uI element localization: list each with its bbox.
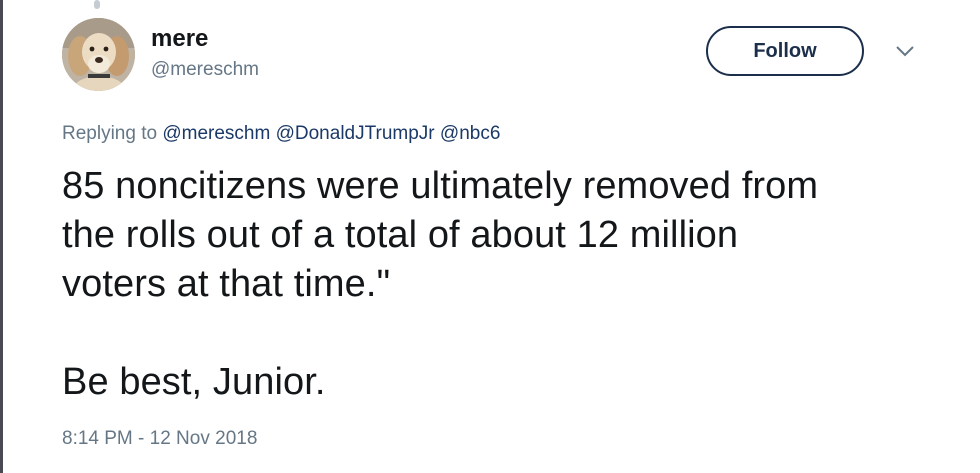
chevron-down-icon[interactable] — [894, 44, 916, 58]
display-name[interactable]: mere — [151, 24, 208, 54]
tweet-text: 85 noncitizens were ultimately removed f… — [62, 162, 962, 407]
follow-button[interactable]: Follow — [706, 26, 864, 76]
mention-link[interactable]: @DonaldJTrumpJr — [276, 123, 435, 144]
replying-to-label: Replying to — [62, 123, 158, 144]
window-edge — [0, 0, 3, 473]
thread-connector — [94, 0, 100, 9]
dog-avatar-icon — [62, 18, 135, 91]
tweet-text-line: 85 noncitizens were ultimately removed f… — [62, 165, 819, 207]
tweet-text-line: the rolls out of a total of about 12 mil… — [62, 214, 739, 256]
tweet-timestamp[interactable]: 8:14 PM - 12 Nov 2018 — [62, 427, 257, 451]
user-handle[interactable]: @mereschm — [151, 58, 259, 82]
mention-link[interactable]: @mereschm — [162, 123, 270, 144]
tweet-text-line: Be best, Junior. — [62, 361, 326, 403]
mention-link[interactable]: @nbc6 — [440, 123, 501, 144]
replying-to: Replying to @mereschm @DonaldJTrumpJr @n… — [62, 122, 500, 146]
avatar[interactable] — [62, 18, 135, 91]
tweet-text-line: voters at that time." — [62, 263, 391, 305]
paragraph-break — [62, 309, 962, 358]
tweet-page: mere @mereschm Follow Replying to @meres… — [0, 0, 980, 473]
